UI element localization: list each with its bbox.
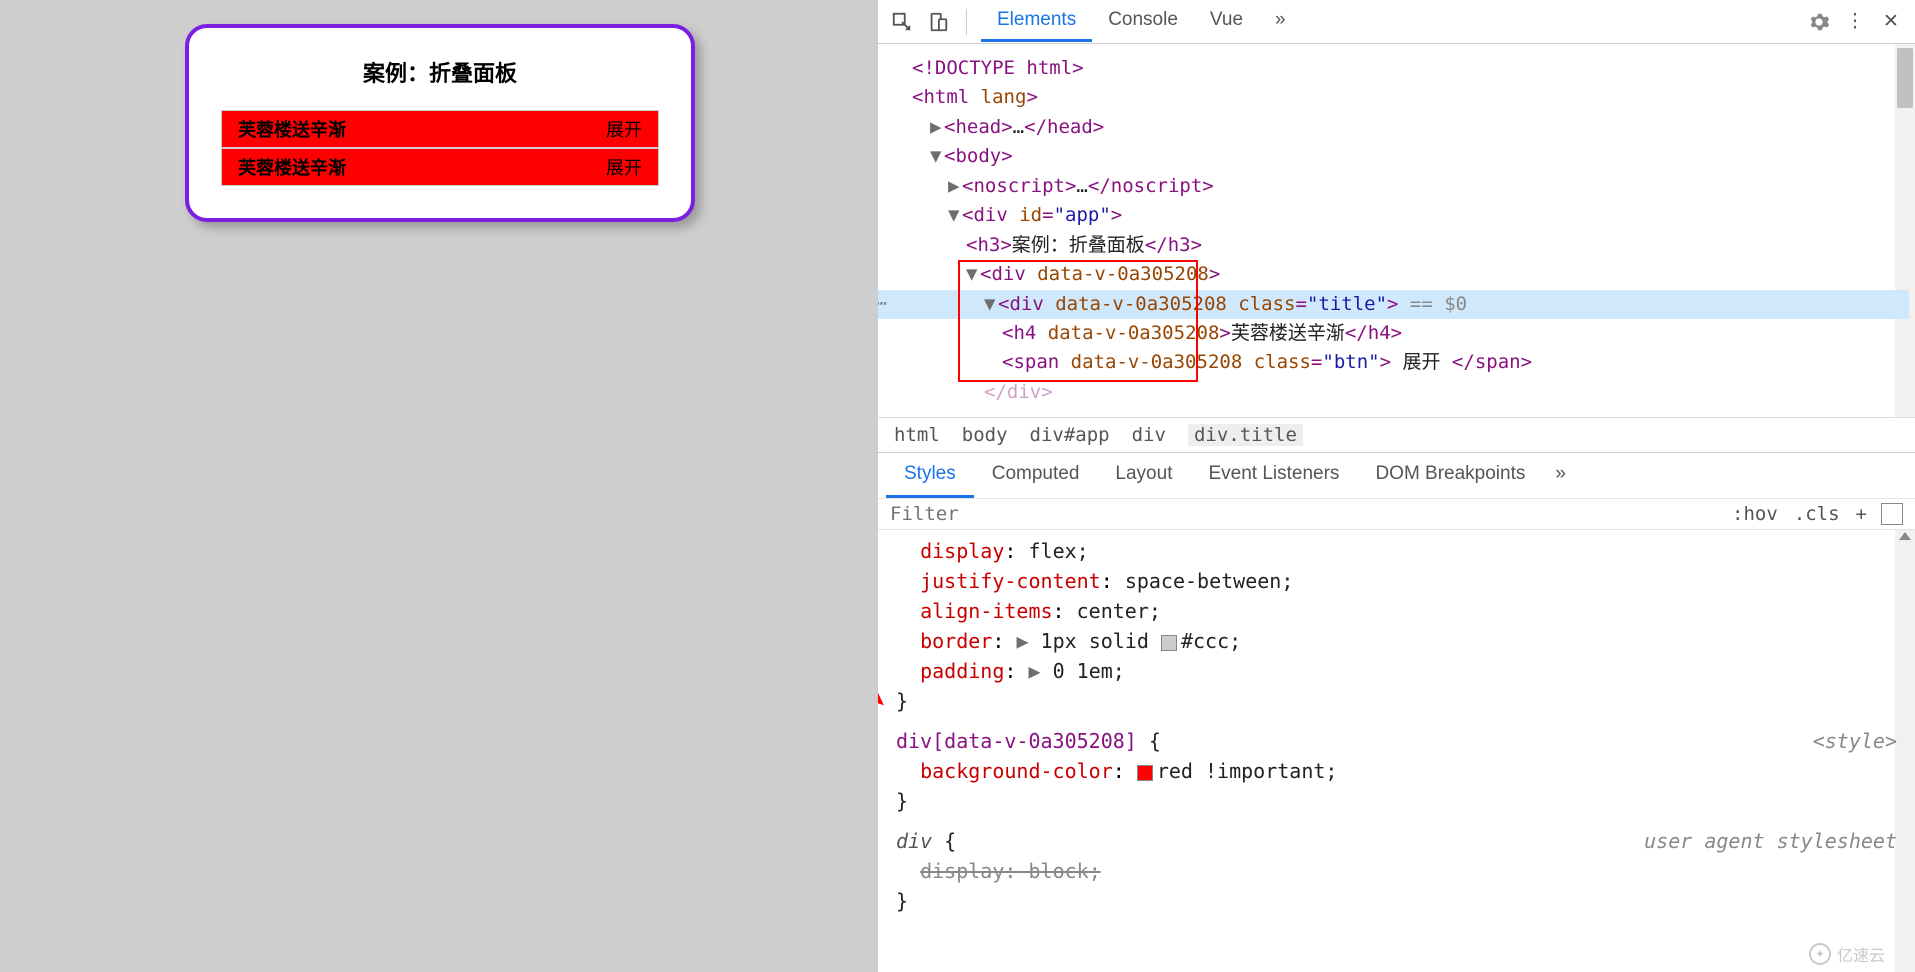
color-swatch[interactable] bbox=[1137, 765, 1153, 781]
dom-node[interactable]: <noscript> bbox=[962, 175, 1076, 197]
hov-toggle[interactable]: :hov bbox=[1724, 503, 1786, 525]
tab-elements[interactable]: Elements bbox=[981, 1, 1092, 42]
css-rule[interactable]: user agent stylesheet div { display: blo… bbox=[896, 826, 1897, 916]
breadcrumb-item[interactable]: html bbox=[894, 424, 940, 446]
dom-node[interactable]: <h3> bbox=[966, 234, 1012, 256]
styles-tabs: Styles Computed Layout Event Listeners D… bbox=[878, 452, 1915, 498]
app-card: 案例：折叠面板 芙蓉楼送辛渐 展开 芙蓉楼送辛渐 展开 bbox=[185, 24, 695, 222]
collapse-arrow-icon[interactable]: ▼ bbox=[930, 142, 944, 171]
dom-node[interactable]: <h4 data-v-0a305208> bbox=[1002, 322, 1231, 344]
tab-more[interactable]: » bbox=[1543, 453, 1578, 498]
tab-more[interactable]: » bbox=[1259, 1, 1302, 42]
selected-dom-node[interactable]: ▼<div data-v-0a305208 class="title"> == … bbox=[878, 290, 1909, 319]
expand-button[interactable]: 展开 bbox=[606, 154, 642, 180]
devtools-tabs: Elements Console Vue » bbox=[981, 1, 1302, 42]
tab-event-listeners[interactable]: Event Listeners bbox=[1190, 453, 1357, 498]
styles-filter-input[interactable] bbox=[890, 503, 1724, 525]
dom-tree[interactable]: <!DOCTYPE html> <html lang> ▶<head>…</he… bbox=[878, 44, 1915, 417]
panel-item[interactable]: 芙蓉楼送辛渐 展开 bbox=[221, 110, 659, 148]
close-icon[interactable]: ✕ bbox=[1877, 8, 1905, 36]
breadcrumb-item[interactable]: div bbox=[1132, 424, 1166, 446]
dom-node[interactable]: <html lang> bbox=[912, 86, 1038, 108]
panel-title: 芙蓉楼送辛渐 bbox=[238, 116, 346, 142]
app-title: 案例：折叠面板 bbox=[221, 56, 659, 88]
dom-node[interactable]: <span data-v-0a305208 class="btn"> bbox=[1002, 351, 1391, 373]
dom-node[interactable]: <!DOCTYPE html> bbox=[912, 57, 1084, 79]
css-rule[interactable]: <style> div[data-v-0a305208] { backgroun… bbox=[896, 726, 1897, 816]
tab-console[interactable]: Console bbox=[1092, 1, 1194, 42]
expand-arrow-icon[interactable]: ▶ bbox=[948, 172, 962, 201]
expand-button[interactable]: 展开 bbox=[606, 116, 642, 142]
tab-styles[interactable]: Styles bbox=[886, 453, 974, 498]
breadcrumb-item[interactable]: div.title bbox=[1188, 424, 1303, 446]
panel-item[interactable]: 芙蓉楼送辛渐 展开 bbox=[221, 148, 659, 186]
tab-vue[interactable]: Vue bbox=[1194, 1, 1259, 42]
dom-node[interactable]: <head> bbox=[944, 116, 1013, 138]
scrollbar[interactable] bbox=[1895, 44, 1915, 417]
scrollbar[interactable] bbox=[1895, 530, 1915, 972]
inspect-icon[interactable] bbox=[888, 8, 916, 36]
expand-arrow-icon[interactable]: ▶ bbox=[930, 113, 944, 142]
breadcrumb-item[interactable]: div#app bbox=[1030, 424, 1110, 446]
kebab-icon[interactable]: ⋮ bbox=[1841, 8, 1869, 36]
rule-origin: user agent stylesheet bbox=[1644, 826, 1897, 856]
page-viewport: 案例：折叠面板 芙蓉楼送辛渐 展开 芙蓉楼送辛渐 展开 bbox=[0, 0, 877, 972]
collapse-arrow-icon[interactable]: ▼ bbox=[966, 260, 980, 289]
tab-dom-breakpoints[interactable]: DOM Breakpoints bbox=[1357, 453, 1543, 498]
dom-node[interactable]: <div id="app"> bbox=[962, 204, 1122, 226]
dom-node[interactable]: </div> bbox=[984, 381, 1053, 403]
box-model-icon[interactable] bbox=[1881, 503, 1903, 525]
elements-panel: <!DOCTYPE html> <html lang> ▶<head>…</he… bbox=[878, 44, 1915, 972]
separator bbox=[966, 9, 967, 35]
tab-layout[interactable]: Layout bbox=[1097, 453, 1190, 498]
rule-origin[interactable]: <style> bbox=[1813, 726, 1897, 756]
device-toggle-icon[interactable] bbox=[924, 8, 952, 36]
panel-title: 芙蓉楼送辛渐 bbox=[238, 154, 346, 180]
css-rule[interactable]: display: flex; justify-content: space-be… bbox=[896, 536, 1897, 716]
styles-filter-row: :hov .cls + bbox=[878, 498, 1915, 530]
devtools-toolbar: Elements Console Vue » ⋮ ✕ bbox=[878, 0, 1915, 44]
styles-body[interactable]: display: flex; justify-content: space-be… bbox=[878, 530, 1915, 972]
dom-node[interactable]: <div data-v-0a305208> bbox=[980, 263, 1220, 285]
gear-icon[interactable] bbox=[1805, 8, 1833, 36]
tab-computed[interactable]: Computed bbox=[974, 453, 1098, 498]
color-swatch[interactable] bbox=[1161, 635, 1177, 651]
dom-breadcrumb[interactable]: html body div#app div div.title bbox=[878, 417, 1915, 452]
cls-toggle[interactable]: .cls bbox=[1786, 503, 1848, 525]
dom-node[interactable]: <body> bbox=[944, 145, 1013, 167]
devtools-panel: Elements Console Vue » ⋮ ✕ <!DOCTYPE htm… bbox=[877, 0, 1915, 972]
collapse-arrow-icon[interactable]: ▼ bbox=[948, 201, 962, 230]
new-rule-button[interactable]: + bbox=[1848, 503, 1875, 525]
watermark: ✦亿速云 bbox=[1809, 942, 1885, 966]
breadcrumb-item[interactable]: body bbox=[962, 424, 1008, 446]
